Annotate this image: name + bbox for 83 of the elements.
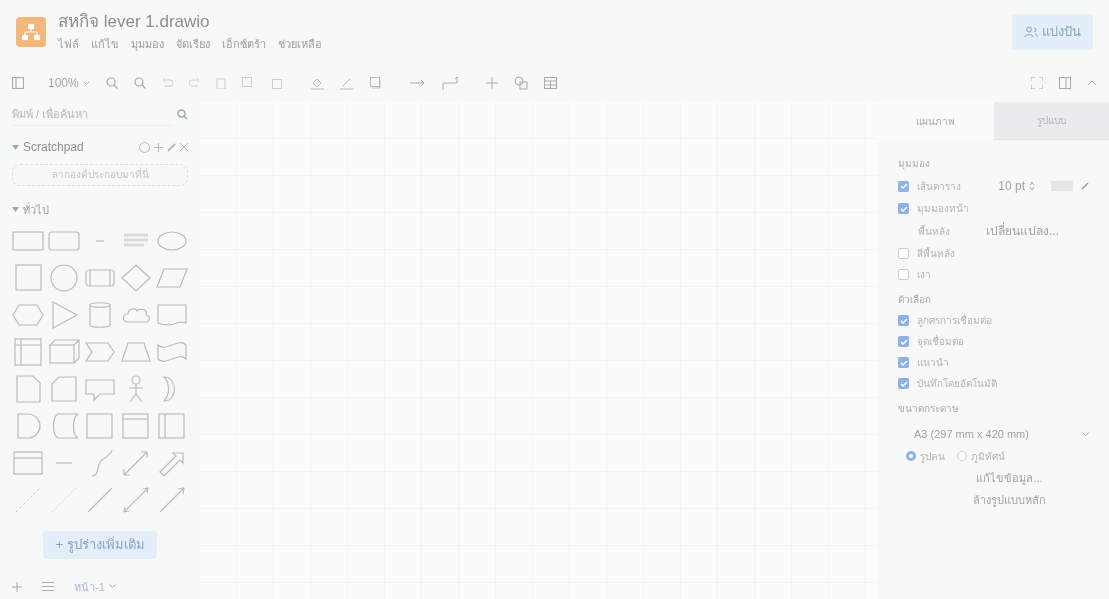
menu-icon[interactable]: [42, 582, 54, 592]
checkbox-label[interactable]: เส้นตาราง: [917, 178, 961, 194]
shadow-icon[interactable]: [369, 77, 382, 89]
menu-item[interactable]: ไฟล์: [58, 36, 79, 53]
add-icon[interactable]: [154, 142, 163, 152]
fullscreen-icon[interactable]: [1031, 77, 1043, 89]
section-heading: ตัวเลือก: [898, 293, 932, 307]
checkbox[interactable]: [898, 357, 909, 368]
panel-toggle-icon[interactable]: [1059, 77, 1071, 89]
radio-label[interactable]: ภูมิทัศน์: [971, 448, 1005, 464]
table-icon[interactable]: [543, 77, 557, 89]
square-icon[interactable]: [84, 411, 116, 442]
checkbox[interactable]: [898, 336, 909, 347]
section-title[interactable]: ทั่วไป: [23, 201, 49, 219]
menu-item[interactable]: จัดเรียง: [176, 36, 210, 53]
chevron-down-icon: [1082, 431, 1089, 437]
users-icon: [1024, 26, 1038, 38]
change-background-button[interactable]: เปลี่ยนแปลง...: [986, 222, 1059, 240]
section-heading: มุมมอง: [898, 157, 931, 171]
circle-icon[interactable]: [48, 263, 80, 294]
menu-item[interactable]: แก้ไข: [91, 36, 119, 53]
document-title[interactable]: สหกิจ lever 1.drawio: [58, 11, 322, 33]
partial-rectangle-icon[interactable]: [156, 411, 188, 442]
chevron-down-icon: [82, 80, 90, 86]
checkbox-label[interactable]: บันทึกโดยอัตโนมัติ: [917, 376, 997, 391]
share-button[interactable]: แบ่งปัน: [1012, 14, 1093, 50]
eyedropper-icon[interactable]: [1081, 182, 1089, 190]
paper-size-dropdown[interactable]: A3 (297 mm x 420 mm): [898, 426, 1089, 443]
zoom-out-icon[interactable]: [133, 77, 146, 89]
page-tab[interactable]: หน้า-1: [74, 578, 116, 596]
square-icon[interactable]: [12, 263, 44, 294]
checkbox-label[interactable]: มุมมองหน้า: [917, 201, 969, 216]
bidirectional-arrow-icon[interactable]: [120, 485, 152, 516]
shapes-icon[interactable]: [513, 76, 528, 90]
undo-icon[interactable]: [161, 78, 173, 88]
menu-item[interactable]: ช่วยเหลือ: [278, 36, 322, 53]
zoom-dropdown[interactable]: 100%: [48, 74, 90, 92]
card-icon[interactable]: [48, 374, 80, 405]
menu-item[interactable]: มุมมอง: [131, 36, 164, 53]
checkbox-label[interactable]: จุดเชื่อมต่อ: [917, 334, 964, 349]
zoom-in-icon[interactable]: [105, 77, 118, 89]
diamond-icon[interactable]: [120, 263, 152, 294]
checkbox[interactable]: [898, 269, 909, 280]
collapse-icon[interactable]: [1087, 80, 1097, 86]
action-button[interactable]: ล้างรูปแบบหลัก: [973, 492, 1046, 509]
radio-label[interactable]: รูปคน: [920, 448, 945, 464]
checkbox[interactable]: [898, 203, 909, 214]
edit-icon[interactable]: [167, 142, 176, 152]
checkbox[interactable]: [898, 248, 909, 259]
more-shapes-button[interactable]: + รูปร่างเพิ่มเติม: [43, 531, 157, 559]
frame-icon[interactable]: [120, 411, 152, 442]
close-icon[interactable]: [180, 143, 188, 151]
checkbox[interactable]: [898, 180, 909, 192]
internal-storage-icon[interactable]: [12, 337, 44, 368]
fill-color-icon[interactable]: [309, 76, 324, 90]
chevron-down-icon: [108, 584, 116, 590]
checkbox-label[interactable]: เงา: [917, 267, 931, 282]
caret-icon[interactable]: [12, 143, 19, 151]
field-label: พื้นหลัง: [917, 223, 951, 239]
grid-size-field[interactable]: 10 pt: [998, 177, 1035, 195]
menu-item[interactable]: เอ็กซ์ตร้า: [222, 36, 266, 53]
checkbox-label[interactable]: ลูกศรการเชื่อมต่อ: [917, 313, 992, 328]
arrow-icon[interactable]: [409, 79, 426, 87]
app-logo-icon: [16, 17, 46, 47]
add-page-icon[interactable]: [12, 581, 22, 592]
redo-icon[interactable]: [188, 78, 200, 88]
waypoint-icon[interactable]: [441, 76, 458, 90]
section-heading: ขนาดกระดาษ: [898, 402, 960, 416]
checkbox-label[interactable]: แนวนำ: [917, 355, 949, 370]
spinner-icon: [1029, 181, 1035, 191]
search-field[interactable]: พิมพ์ / เพื่อค้นหา: [12, 102, 173, 126]
section-title[interactable]: Scratchpad: [23, 138, 84, 156]
sidebar-toggle-icon[interactable]: [12, 77, 24, 89]
checkbox[interactable]: [898, 378, 909, 389]
radio-button[interactable]: [906, 451, 916, 461]
plus-icon[interactable]: [485, 77, 498, 89]
caret-icon[interactable]: [12, 206, 19, 214]
line-color-icon[interactable]: [339, 76, 354, 90]
checkbox[interactable]: [898, 315, 909, 326]
search-icon: [177, 108, 188, 120]
checkbox-label[interactable]: สีพื้นหลัง: [917, 246, 955, 261]
action-button[interactable]: แก้ไขข้อมูล...: [976, 469, 1043, 486]
radio-button[interactable]: [957, 451, 967, 461]
